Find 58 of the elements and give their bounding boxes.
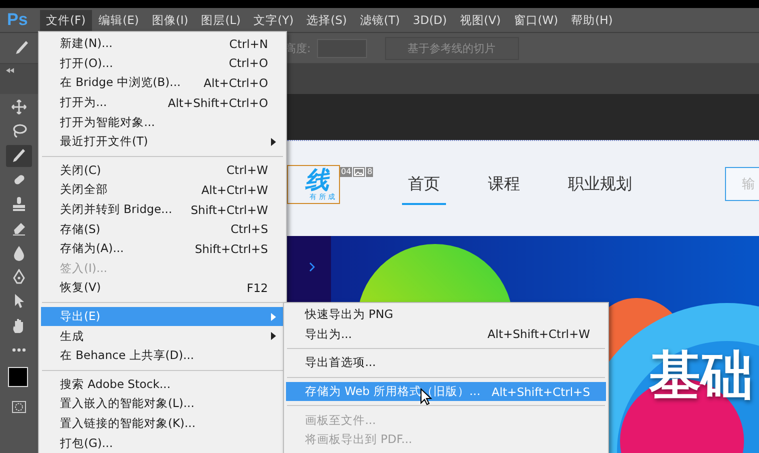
logo-text: 线 bbox=[305, 168, 330, 192]
menu-item[interactable]: 关闭并转到 Bridge... Shift+Ctrl+W bbox=[41, 200, 284, 220]
shortcut-text: Alt+Ctrl+O bbox=[204, 76, 269, 90]
menu-item[interactable]: 关闭全部 Alt+Ctrl+W bbox=[41, 180, 284, 200]
cursor-icon bbox=[420, 388, 432, 406]
menu-title[interactable]: 3D(D) bbox=[406, 10, 453, 30]
shortcut-text: Ctrl+O bbox=[228, 56, 269, 70]
shortcut-text: Alt+Shift+Ctrl+W bbox=[488, 327, 591, 342]
shortcut-text: Alt+Shift+Ctrl+O bbox=[168, 96, 269, 110]
nav-link[interactable]: 职业规划 bbox=[562, 166, 638, 205]
menu-title[interactable]: 窗口(W) bbox=[508, 10, 564, 30]
chevron-right-icon[interactable] bbox=[309, 262, 315, 272]
menu-title[interactable]: 图层(L) bbox=[195, 10, 247, 30]
foreground-swatch[interactable] bbox=[8, 367, 28, 388]
menu-item[interactable]: 存储为(A)... Shift+Ctrl+S bbox=[41, 238, 284, 259]
menu-title[interactable]: 文件(F) bbox=[40, 10, 92, 30]
menu-item[interactable]: 存储(S) Ctrl+S bbox=[41, 219, 284, 239]
nav-link[interactable]: 首页 bbox=[402, 166, 446, 205]
shortcut-text: Alt+Shift+Ctrl+S bbox=[492, 384, 591, 399]
menu-title[interactable]: 编辑(E) bbox=[92, 10, 145, 30]
menu-item[interactable]: 快速导出为 PNG bbox=[286, 305, 606, 325]
slice-number: 04 bbox=[340, 167, 352, 177]
brush-icon[interactable] bbox=[6, 144, 32, 167]
shortcut-text: Alt+Ctrl+W bbox=[201, 182, 269, 197]
menu-item[interactable]: 打开(O)... Ctrl+O bbox=[41, 54, 284, 74]
menu-item[interactable]: 导出为... Alt+Shift+Ctrl+W bbox=[286, 324, 606, 344]
menu-title[interactable]: 文字(Y) bbox=[248, 10, 300, 30]
menu-item[interactable]: 关闭(C) Ctrl+W bbox=[41, 160, 284, 180]
menu-item[interactable]: 恢复(V) F12 bbox=[41, 278, 284, 298]
menu-item[interactable]: 新建(N)... Ctrl+N bbox=[41, 34, 284, 54]
mask-icon[interactable] bbox=[12, 401, 26, 414]
collapse-icon[interactable] bbox=[6, 68, 14, 73]
shortcut-text: Shift+Ctrl+S bbox=[194, 242, 269, 256]
app-logo: Ps bbox=[6, 10, 29, 30]
shortcut-text: Ctrl+N bbox=[229, 36, 269, 51]
menu-title[interactable]: 选择(S) bbox=[300, 10, 353, 30]
menu-title[interactable]: 图像(I) bbox=[146, 10, 194, 30]
menu-item[interactable]: 置入嵌入的智能对象(L)... bbox=[41, 394, 284, 414]
image-icon bbox=[353, 167, 366, 177]
slice-count: 8 bbox=[366, 167, 374, 177]
menu-item[interactable]: 打开为智能对象... bbox=[41, 112, 284, 132]
menu-item[interactable]: 打开为... Alt+Shift+Ctrl+O bbox=[41, 92, 284, 112]
shortcut-text: Ctrl+W bbox=[226, 163, 269, 178]
shortcut-text: F12 bbox=[246, 280, 269, 295]
menu-item[interactable]: 导出首选项... bbox=[286, 353, 606, 373]
brush-icon[interactable] bbox=[14, 40, 30, 56]
menu-title[interactable]: 滤镜(T) bbox=[354, 10, 406, 30]
menu-item[interactable]: 打包(G)... bbox=[41, 433, 284, 453]
menu-item[interactable]: 最近打开文件(T) bbox=[41, 132, 284, 152]
shortcut-text: Shift+Ctrl+W bbox=[190, 202, 269, 217]
menu-item[interactable]: 搜索 Adobe Stock... bbox=[41, 374, 284, 394]
menu-item[interactable]: 在 Behance 上共享(D)... bbox=[41, 346, 284, 366]
menu-item[interactable]: 置入链接的智能对象(K)... bbox=[41, 414, 284, 434]
menu-title[interactable]: 帮助(H) bbox=[565, 10, 619, 30]
menu-item[interactable]: 生成 bbox=[41, 326, 284, 346]
menu-title[interactable]: 视图(V) bbox=[454, 10, 507, 30]
shortcut-text: Ctrl+S bbox=[230, 222, 269, 236]
nav-link[interactable]: 课程 bbox=[482, 166, 526, 205]
